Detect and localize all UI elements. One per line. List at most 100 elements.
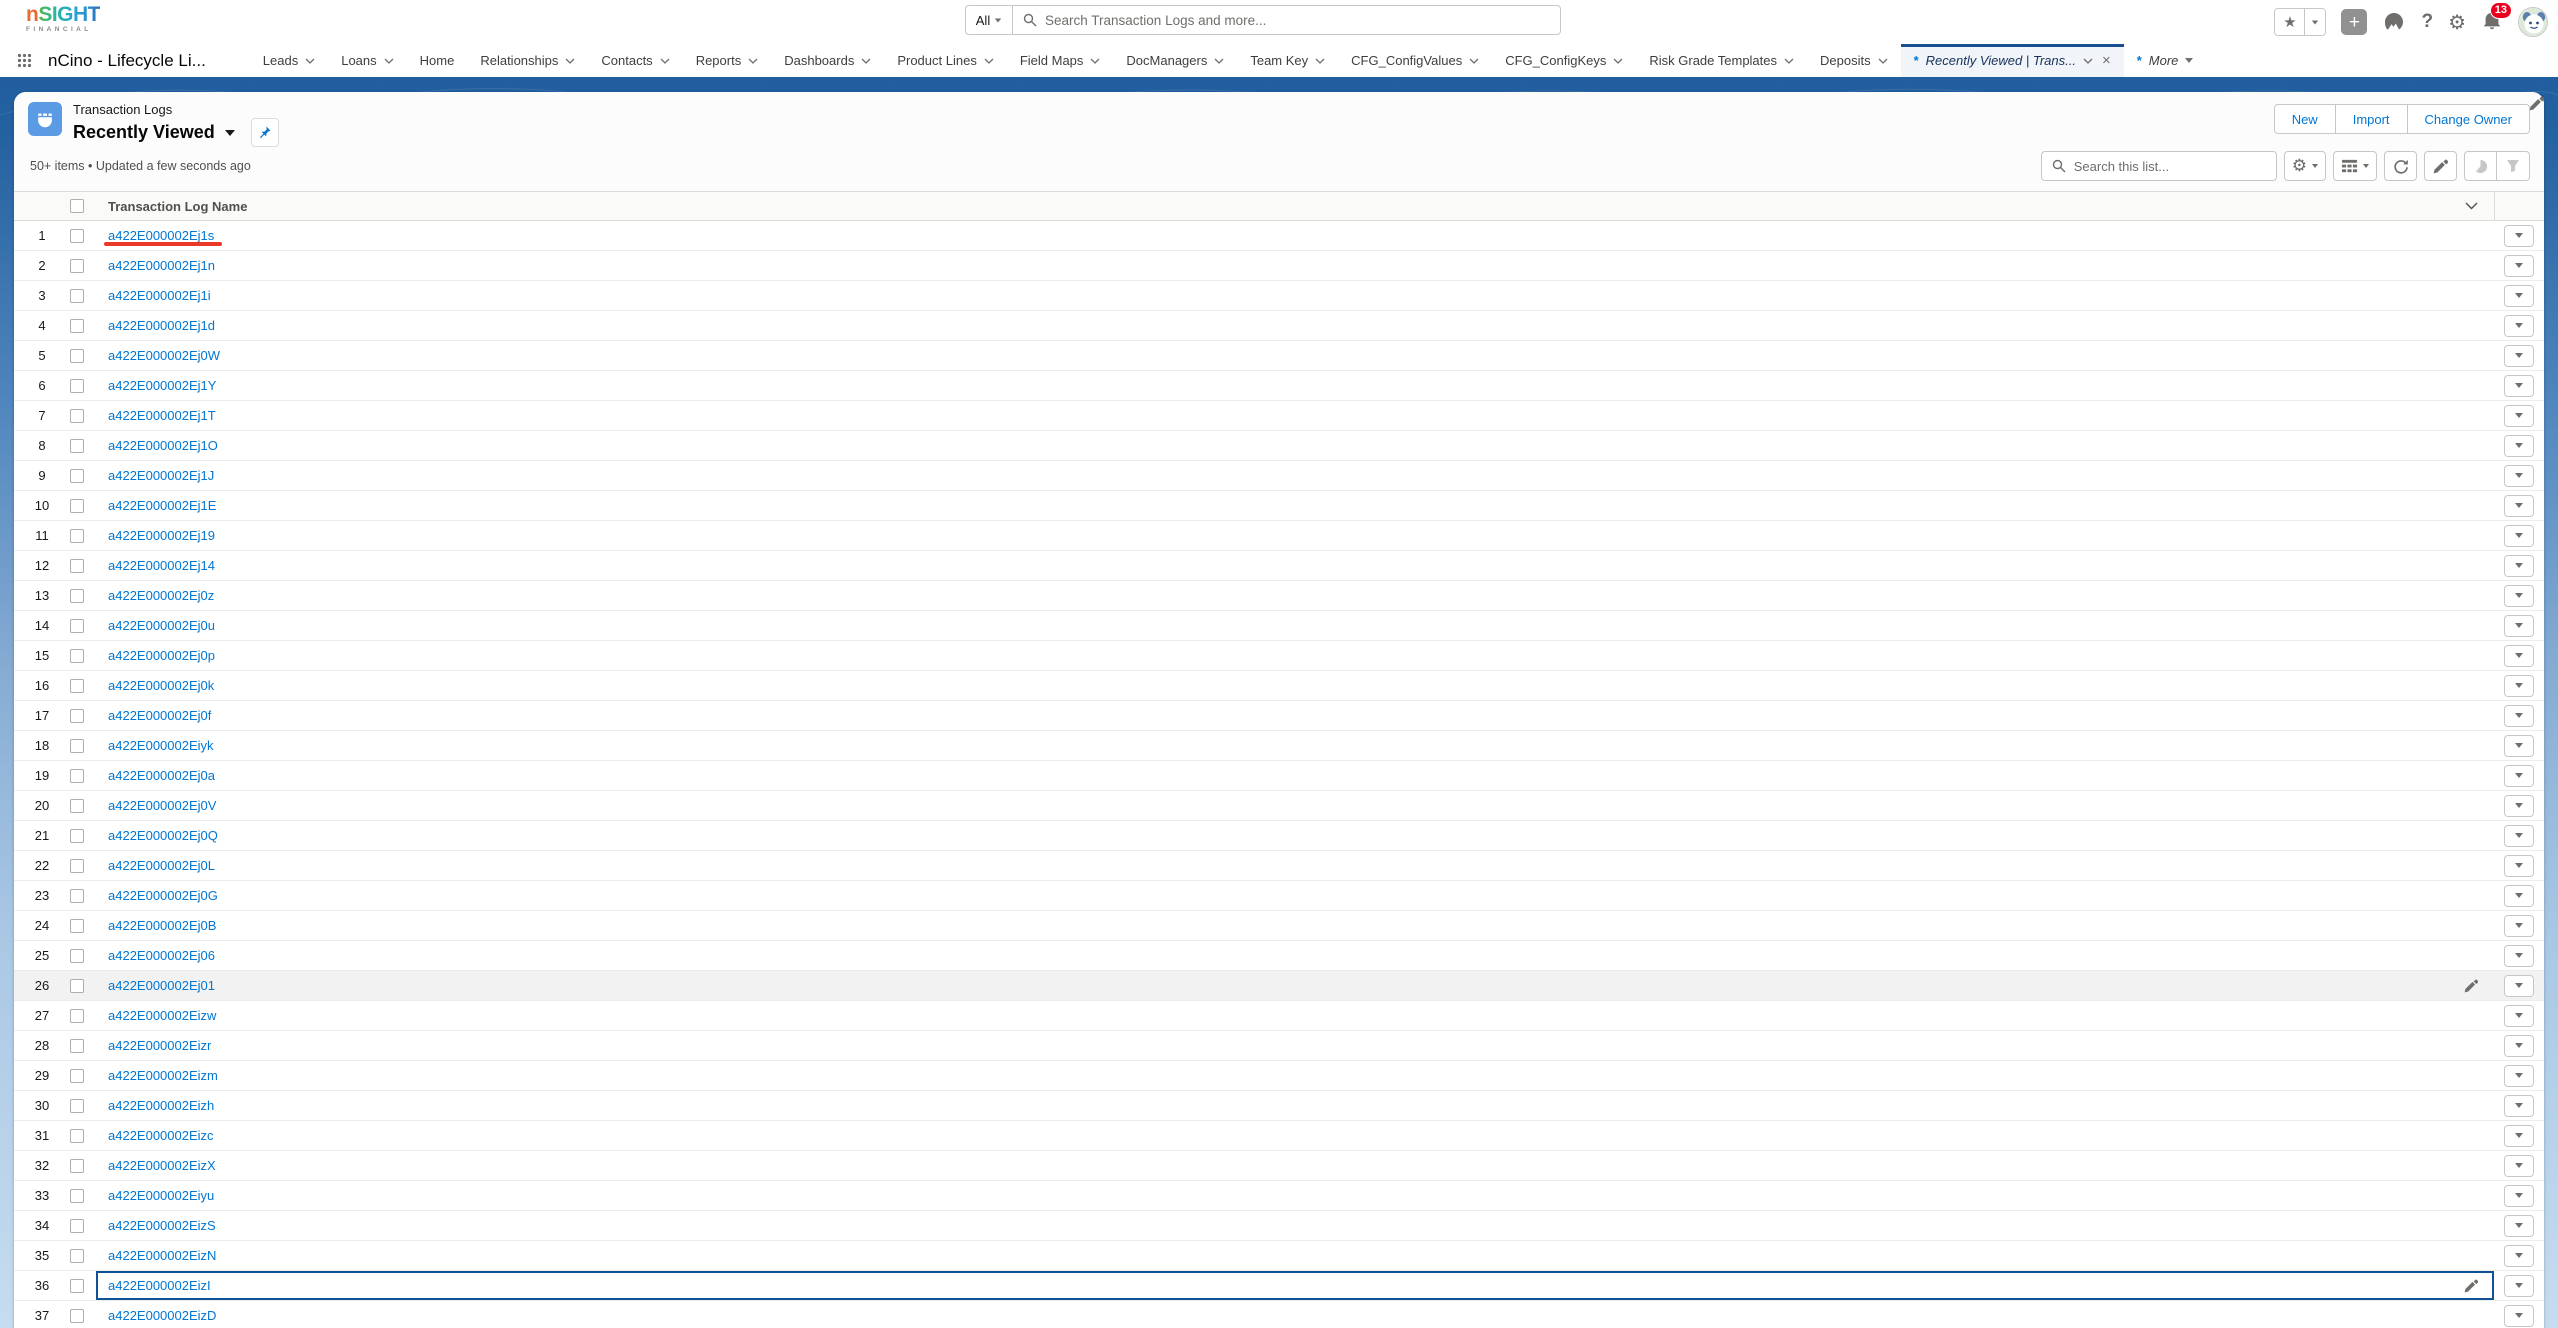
row-actions-button[interactable] [2504,765,2534,787]
table-row[interactable]: 5a422E000002Ej0W [14,341,2544,371]
table-row[interactable]: 37a422E000002EizD [14,1301,2544,1328]
table-row[interactable]: 32a422E000002EizX [14,1151,2544,1181]
table-row[interactable]: 23a422E000002Ej0G [14,881,2544,911]
select-all-checkbox[interactable] [70,199,84,213]
global-actions-button[interactable]: + [2341,9,2367,35]
table-row[interactable]: 27a422E000002Eizw [14,1001,2544,1031]
row-actions-button[interactable] [2504,225,2534,247]
table-row[interactable]: 17a422E000002Ej0f [14,701,2544,731]
row-actions-button[interactable] [2504,1245,2534,1267]
column-header-transaction-log-name[interactable]: Transaction Log Name [108,199,247,214]
row-actions-button[interactable] [2504,1185,2534,1207]
table-row[interactable]: 28a422E000002Eizr [14,1031,2544,1061]
record-link[interactable]: a422E000002Ej01 [108,978,215,993]
record-link[interactable]: a422E000002Eizw [108,1008,216,1023]
row-checkbox[interactable] [70,529,84,543]
list-search-input[interactable] [2074,159,2266,174]
row-checkbox[interactable] [70,1099,84,1113]
record-link[interactable]: a422E000002Eizc [108,1128,214,1143]
row-actions-button[interactable] [2504,735,2534,757]
record-link[interactable]: a422E000002EizS [108,1218,216,1233]
table-row[interactable]: 30a422E000002Eizh [14,1091,2544,1121]
inline-edit-button[interactable] [2424,151,2457,181]
tab-recently-viewed-trans[interactable]: *Recently Viewed | Trans...× [1901,44,2124,77]
table-row[interactable]: 25a422E000002Ej06 [14,941,2544,971]
table-row[interactable]: 6a422E000002Ej1Y [14,371,2544,401]
setup-gear-icon[interactable]: ⚙ [2448,10,2466,35]
table-row[interactable]: 33a422E000002Eiyu [14,1181,2544,1211]
table-row[interactable]: 26a422E000002Ej01 [14,971,2544,1001]
favorites-menu-button[interactable] [2304,9,2325,35]
table-row[interactable]: 3a422E000002Ej1i [14,281,2544,311]
row-checkbox[interactable] [70,349,84,363]
row-checkbox[interactable] [70,859,84,873]
record-link[interactable]: a422E000002Eizh [108,1098,214,1113]
new-button[interactable]: New [2274,104,2336,134]
help-icon[interactable]: ? [2421,11,2433,33]
row-checkbox[interactable] [70,619,84,633]
row-checkbox[interactable] [70,229,84,243]
table-row[interactable]: 18a422E000002Eiyk [14,731,2544,761]
record-link[interactable]: a422E000002Ej0p [108,648,215,663]
tab-reports[interactable]: Reports [683,44,772,77]
row-actions-button[interactable] [2504,345,2534,367]
display-as-button[interactable] [2333,151,2377,181]
row-actions-button[interactable] [2504,675,2534,697]
tab-field-maps[interactable]: Field Maps [1007,44,1114,77]
row-checkbox[interactable] [70,1039,84,1053]
row-actions-button[interactable] [2504,1065,2534,1087]
tab-cfg-configvalues[interactable]: CFG_ConfigValues [1338,44,1492,77]
pin-list-button[interactable] [251,118,279,147]
app-name[interactable]: nCino - Lifecycle Li... [48,44,250,77]
record-link[interactable]: a422E000002Eizm [108,1068,218,1083]
row-checkbox[interactable] [70,409,84,423]
row-checkbox[interactable] [70,1309,84,1323]
row-checkbox[interactable] [70,1129,84,1143]
row-checkbox[interactable] [70,1189,84,1203]
table-row[interactable]: 36a422E000002EizI [14,1271,2544,1301]
column-chevron-icon[interactable] [2465,202,2478,210]
row-checkbox[interactable] [70,1009,84,1023]
import-button[interactable]: Import [2336,104,2408,134]
tab-docmanagers[interactable]: DocManagers [1113,44,1237,77]
row-checkbox[interactable] [70,679,84,693]
tab-relationships[interactable]: Relationships [467,44,588,77]
row-actions-button[interactable] [2504,585,2534,607]
table-row[interactable]: 22a422E000002Ej0L [14,851,2544,881]
record-link[interactable]: a422E000002Eiyu [108,1188,214,1203]
table-row[interactable]: 14a422E000002Ej0u [14,611,2544,641]
row-checkbox[interactable] [70,1219,84,1233]
row-actions-button[interactable] [2504,975,2534,997]
record-link[interactable]: a422E000002Ej1O [108,438,218,453]
row-checkbox[interactable] [70,289,84,303]
row-actions-button[interactable] [2504,1275,2534,1297]
row-actions-button[interactable] [2504,495,2534,517]
change-owner-button[interactable]: Change Owner [2408,104,2530,134]
table-row[interactable]: 10a422E000002Ej1E [14,491,2544,521]
tab-home[interactable]: Home [407,44,468,77]
record-link[interactable]: a422E000002Ej06 [108,948,215,963]
table-row[interactable]: 4a422E000002Ej1d [14,311,2544,341]
table-row[interactable]: 13a422E000002Ej0z [14,581,2544,611]
row-actions-button[interactable] [2504,1215,2534,1237]
table-row[interactable]: 15a422E000002Ej0p [14,641,2544,671]
table-row[interactable]: 1a422E000002Ej1s [14,221,2544,251]
user-avatar[interactable] [2518,7,2548,37]
close-tab-icon[interactable]: × [2102,52,2111,69]
tab-loans[interactable]: Loans [328,44,406,77]
row-checkbox[interactable] [70,1279,84,1293]
table-row[interactable]: 29a422E000002Eizm [14,1061,2544,1091]
row-actions-button[interactable] [2504,465,2534,487]
table-row[interactable]: 21a422E000002Ej0Q [14,821,2544,851]
table-row[interactable]: 9a422E000002Ej1J [14,461,2544,491]
row-checkbox[interactable] [70,739,84,753]
table-row[interactable]: 12a422E000002Ej14 [14,551,2544,581]
row-checkbox[interactable] [70,919,84,933]
row-actions-button[interactable] [2504,795,2534,817]
search-scope-button[interactable]: All [965,5,1013,35]
row-actions-button[interactable] [2504,435,2534,457]
list-view-name[interactable]: Recently Viewed [73,122,215,143]
row-actions-button[interactable] [2504,1005,2534,1027]
record-link[interactable]: a422E000002EizI [108,1278,211,1293]
record-link[interactable]: a422E000002Ej1i [108,288,211,303]
